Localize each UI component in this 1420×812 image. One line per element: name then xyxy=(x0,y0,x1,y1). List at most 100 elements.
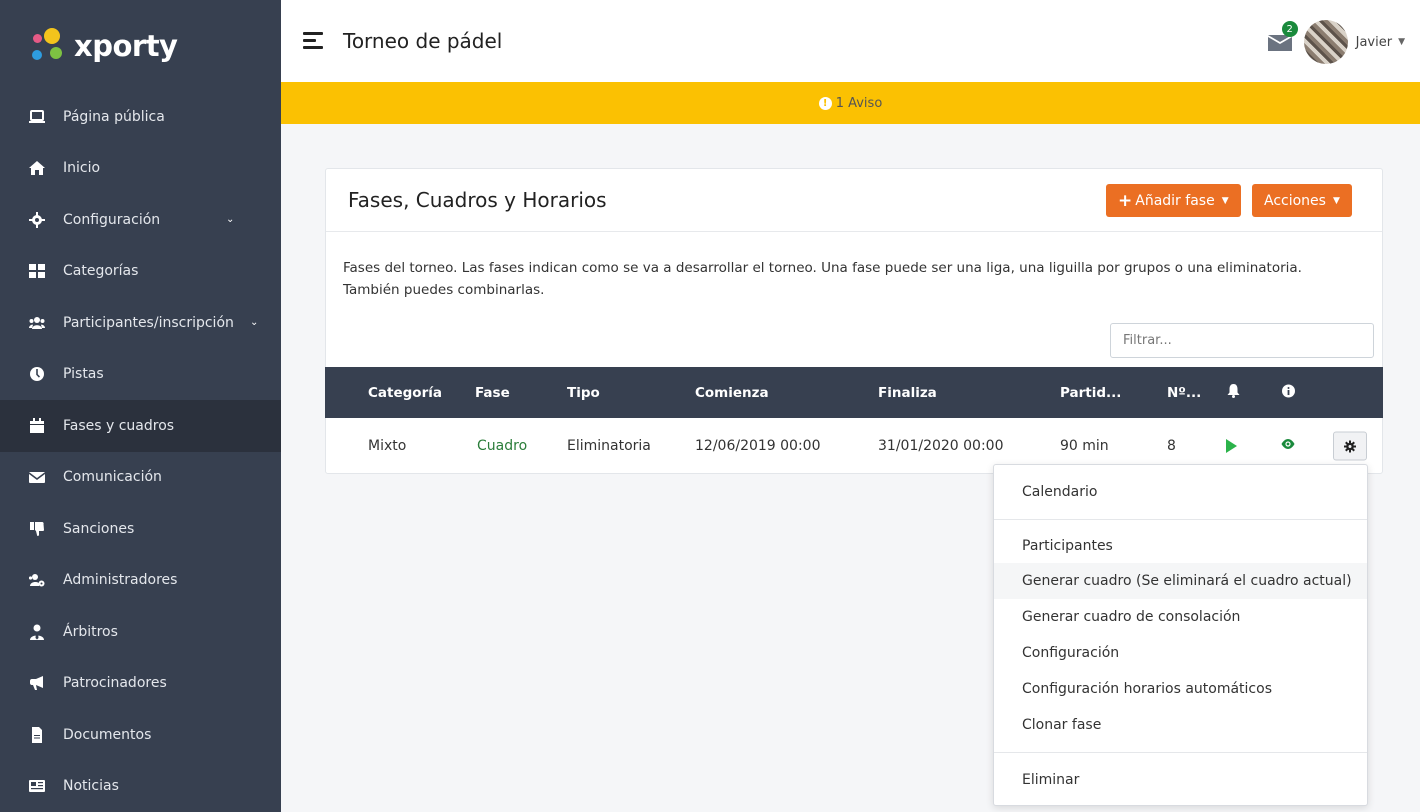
menu-divider xyxy=(994,752,1367,753)
chevron-down-icon: ⌄ xyxy=(250,317,259,329)
cell-match: 90 min xyxy=(1060,438,1109,454)
thumbs-down-icon xyxy=(27,521,47,537)
col-header-number[interactable]: Nº... xyxy=(1167,385,1201,401)
table-header: Categoría Fase Tipo Comienza Finaliza Pa… xyxy=(325,367,1383,418)
messages-button[interactable]: 2 xyxy=(1267,21,1298,51)
sidebar-item-categorias[interactable]: Categorías xyxy=(0,246,281,298)
users-icon xyxy=(27,315,47,331)
cell-category: Mixto xyxy=(368,438,407,454)
sidebar-item-label: Noticias xyxy=(63,778,119,795)
actions-label: Acciones xyxy=(1264,192,1326,209)
menu-item-configuracion[interactable]: Configuración xyxy=(994,635,1367,671)
sidebar-item-label: Comunicación xyxy=(63,469,162,486)
sidebar-item-configuracion[interactable]: Configuración ⌄ xyxy=(0,194,281,246)
col-header-type[interactable]: Tipo xyxy=(567,385,600,401)
menu-item-horarios-automaticos[interactable]: Configuración horarios automáticos xyxy=(994,671,1367,707)
sidebar-item-label: Administradores xyxy=(63,572,178,589)
menu-item-clonar-fase[interactable]: Clonar fase xyxy=(994,707,1367,743)
users-cog-icon xyxy=(27,572,47,588)
sidebar-item-participantes[interactable]: Participantes/inscripción ⌄ xyxy=(0,297,281,349)
sidebar-item-noticias[interactable]: Noticias xyxy=(0,761,281,812)
brand-name: xporty xyxy=(74,28,178,63)
actions-button[interactable]: Acciones ▼ xyxy=(1252,184,1352,217)
envelope-icon xyxy=(27,469,47,485)
menu-item-participantes[interactable]: Participantes xyxy=(994,528,1367,564)
cell-ends: 31/01/2020 00:00 xyxy=(878,438,1004,454)
card-header: Fases, Cuadros y Horarios + Añadir fase … xyxy=(326,169,1382,232)
caret-down-icon: ▼ xyxy=(1221,195,1229,206)
sidebar-item-sanciones[interactable]: Sanciones xyxy=(0,503,281,555)
sidebar-item-label: Sanciones xyxy=(63,520,135,537)
add-phase-button[interactable]: + Añadir fase ▼ xyxy=(1106,184,1241,217)
card-title: Fases, Cuadros y Horarios xyxy=(348,188,607,212)
top-header: Torneo de pádel 2 Javier ▼ xyxy=(281,0,1420,82)
sidebar-item-pagina-publica[interactable]: Página pública xyxy=(0,91,281,143)
calendar-icon xyxy=(27,417,47,434)
cell-phase-link[interactable]: Cuadro xyxy=(477,438,527,454)
sidebar-item-label: Inicio xyxy=(63,160,101,177)
caret-down-icon[interactable]: ▼ xyxy=(1398,37,1405,47)
card-description: Fases del torneo. Las fases indican como… xyxy=(343,260,1302,298)
logo-dots-icon xyxy=(30,27,66,64)
col-header-match[interactable]: Partid... xyxy=(1060,385,1121,401)
messages-count-badge: 2 xyxy=(1281,21,1298,37)
sidebar-item-label: Participantes/inscripción xyxy=(63,314,234,331)
cell-number: 8 xyxy=(1167,438,1176,454)
chevron-down-icon: ⌄ xyxy=(226,214,235,226)
sidebar-item-label: Patrocinadores xyxy=(63,675,167,692)
gear-icon xyxy=(1344,440,1356,452)
sidebar-item-pistas[interactable]: Pistas xyxy=(0,349,281,401)
warning-text: 1 Aviso xyxy=(835,95,883,111)
sidebar-item-label: Árbitros xyxy=(63,623,118,640)
file-icon xyxy=(27,726,47,743)
plus-icon: + xyxy=(1118,190,1133,211)
play-icon[interactable] xyxy=(1226,439,1237,453)
menu-divider xyxy=(994,519,1367,520)
phases-card: Fases, Cuadros y Horarios + Añadir fase … xyxy=(325,168,1383,474)
menu-item-calendario[interactable]: Calendario xyxy=(994,474,1367,510)
col-header-starts[interactable]: Comienza xyxy=(695,385,769,401)
eye-icon[interactable] xyxy=(1281,438,1295,454)
menu-item-generar-cuadro[interactable]: Generar cuadro (Se eliminará el cuadro a… xyxy=(994,563,1367,599)
home-icon xyxy=(27,160,47,176)
sidebar-item-label: Categorías xyxy=(63,263,139,280)
cell-starts: 12/06/2019 00:00 xyxy=(695,438,821,454)
warning-bar[interactable]: ! 1 Aviso xyxy=(281,82,1420,124)
exclamation-circle-icon: ! xyxy=(818,96,832,110)
xporty-logo[interactable]: xporty xyxy=(0,0,281,91)
user-name[interactable]: Javier xyxy=(1356,35,1392,50)
col-header-ends[interactable]: Finaliza xyxy=(878,385,937,401)
newspaper-icon xyxy=(27,778,47,794)
add-phase-label: Añadir fase xyxy=(1135,192,1215,209)
sidebar-item-label: Fases y cuadros xyxy=(63,417,175,434)
bell-icon xyxy=(1227,383,1240,402)
sidebar-item-arbitros[interactable]: Árbitros xyxy=(0,606,281,658)
sidebar-item-inicio[interactable]: Inicio xyxy=(0,143,281,195)
menu-item-eliminar[interactable]: Eliminar xyxy=(994,762,1367,798)
clock-icon xyxy=(27,366,47,382)
info-icon xyxy=(1282,384,1295,401)
laptop-icon xyxy=(27,109,47,125)
sidebar-item-administradores[interactable]: Administradores xyxy=(0,555,281,607)
sidebar-item-documentos[interactable]: Documentos xyxy=(0,709,281,761)
settings-button[interactable] xyxy=(1333,431,1367,461)
col-header-phase[interactable]: Fase xyxy=(475,385,510,401)
sidebar-item-label: Página pública xyxy=(63,108,165,125)
sidebar-item-patrocinadores[interactable]: Patrocinadores xyxy=(0,658,281,710)
col-header-category[interactable]: Categoría xyxy=(368,385,442,401)
menu-toggle-icon[interactable] xyxy=(303,32,323,50)
caret-down-icon: ▼ xyxy=(1332,195,1340,206)
user-tie-icon xyxy=(27,624,47,640)
sidebar-item-label: Configuración xyxy=(63,211,161,228)
sidebar-item-fases-y-cuadros[interactable]: Fases y cuadros xyxy=(0,400,281,452)
phase-actions-menu: Calendario Participantes Generar cuadro … xyxy=(993,464,1368,806)
menu-item-generar-consolacion[interactable]: Generar cuadro de consolación xyxy=(994,599,1367,635)
grid-icon xyxy=(27,263,47,279)
sidebar-item-label: Documentos xyxy=(63,726,152,743)
filter-input[interactable] xyxy=(1110,323,1374,358)
sidebar-item-label: Pistas xyxy=(63,366,104,383)
sidebar-item-comunicacion[interactable]: Comunicación xyxy=(0,452,281,504)
cell-type: Eliminatoria xyxy=(567,438,651,454)
avatar[interactable] xyxy=(1303,20,1348,64)
page-title: Torneo de pádel xyxy=(343,29,503,53)
